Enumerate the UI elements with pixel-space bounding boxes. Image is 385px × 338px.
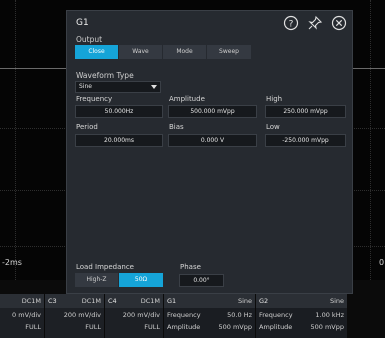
pin-icon[interactable] [307,15,323,31]
generator-wave: Sine [329,297,344,305]
edge-label: 0 [379,258,385,267]
channel-coupling: DC1M [21,297,41,305]
channel-bandwidth: FULL [25,323,41,331]
load-impedance-segmented-control: High-Z 50Ω [75,273,163,287]
generator-wave: Sine [237,297,252,305]
channel-bandwidth: FULL [144,323,160,331]
output-label: Output [76,35,103,44]
frequency-field[interactable]: 50.000Hz [75,105,163,118]
generator-amplitude-label: Amplitude [167,323,201,331]
amplitude-field[interactable]: 500.000 mVpp [168,105,257,118]
generator-name: G2 [259,297,269,305]
generator-frequency: 50.0 Hz [227,311,252,319]
output-segmented-control: Close Wave Mode Sweep [75,45,251,59]
period-label: Period [76,123,98,131]
period-field[interactable]: 20.000ms [75,134,163,147]
phase-field[interactable]: 0.00° [179,274,224,287]
phase-label: Phase [180,263,201,271]
low-label: Low [266,123,280,131]
waveform-type-value: Sine [79,83,92,90]
waveform-type-label: Waveform Type [76,71,134,80]
output-wave-button[interactable]: Wave [119,45,163,59]
amplitude-label: Amplitude [169,95,205,103]
high-label: High [266,95,283,103]
help-icon[interactable]: ? [283,15,299,31]
channel-coupling: DC1M [140,297,160,305]
output-close-button[interactable]: Close [75,45,119,59]
channel-name: C4 [108,297,117,305]
channel-coupling: DC1M [81,297,101,305]
generator-frequency-label: Frequency [259,311,293,319]
generator-amplitude: 500 mVpp [310,323,344,331]
generator-amplitude: 500 mVpp [218,323,252,331]
impedance-50-ohm-button[interactable]: 50Ω [119,273,163,287]
frequency-label: Frequency [76,95,113,103]
generator-dialog: G1 ? Output Close Wave Mode Sweep Wavefo… [66,10,353,294]
channel-scale: 200 mV/div [63,311,101,319]
time-label: -2ms [2,258,22,267]
bias-field[interactable]: 0.000 V [168,134,257,147]
generator-name: G1 [167,297,177,305]
channel-panel-c4[interactable]: C4 DC1M 200 mV/div FULL [105,294,164,338]
grid-line [370,0,371,280]
channel-panel-c3[interactable]: C3 DC1M 200 mV/div FULL [45,294,105,338]
output-sweep-button[interactable]: Sweep [207,45,251,59]
generator-frequency: 1.00 kHz [315,311,344,319]
generator-panel-g1[interactable]: G1 Sine Frequency 50.0 Hz Amplitude 500 … [164,294,256,338]
close-icon[interactable] [331,15,347,31]
generator-frequency-label: Frequency [167,311,201,319]
output-mode-button[interactable]: Mode [163,45,207,59]
waveform-type-select[interactable]: Sine [75,81,161,93]
dialog-title: G1 [76,18,89,28]
high-field[interactable]: 250.000 mVpp [265,105,346,118]
channel-scale: 0 mV/div [12,311,41,319]
generator-panel-g2[interactable]: G2 Sine Frequency 1.00 kHz Amplitude 500… [256,294,348,338]
bias-label: Bias [169,123,184,131]
low-field[interactable]: -250.000 mVpp [265,134,346,147]
channel-strip: DC1M 0 mV/div FULL C3 DC1M 200 mV/div FU… [0,294,385,338]
channel-scale: 200 mV/div [122,311,160,319]
channel-panel[interactable]: DC1M 0 mV/div FULL [0,294,45,338]
channel-bandwidth: FULL [85,323,101,331]
generator-amplitude-label: Amplitude [259,323,293,331]
chevron-down-icon [151,85,157,89]
svg-text:?: ? [289,19,294,29]
channel-name: C3 [48,297,57,305]
load-impedance-label: Load Impedance [76,263,134,271]
grid-line [15,0,16,280]
impedance-high-z-button[interactable]: High-Z [75,273,119,287]
